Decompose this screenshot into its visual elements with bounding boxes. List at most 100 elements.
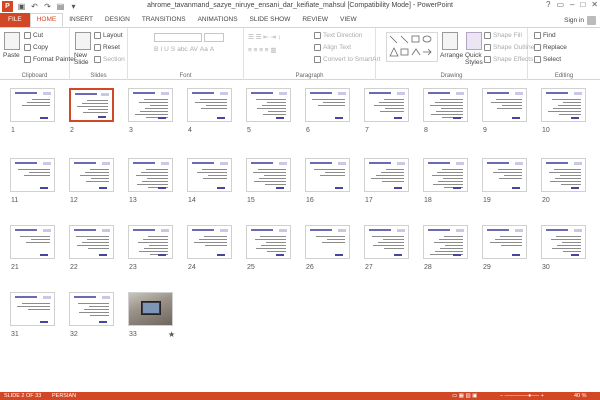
zoom-slider[interactable]: – ──────●── + <box>500 393 544 399</box>
slide-thumbnail[interactable] <box>541 225 586 259</box>
tab-design[interactable]: DESIGN <box>99 13 136 27</box>
slide-thumbnail[interactable] <box>10 292 55 326</box>
quick-styles-button[interactable]: Quick <box>465 52 482 59</box>
format-painter-button[interactable]: Format Painter <box>24 56 76 63</box>
slide-thumbnail[interactable] <box>364 88 409 122</box>
arrange-button[interactable]: Arrange <box>440 52 463 59</box>
new-slide-icon[interactable] <box>75 32 91 50</box>
slide-thumbnail[interactable] <box>69 88 114 122</box>
tab-insert[interactable]: INSERT <box>63 13 99 27</box>
new-slide-button-line2[interactable]: Slide <box>74 59 88 66</box>
section-button[interactable]: Section <box>94 56 125 63</box>
slide-header-bar <box>310 229 332 231</box>
tab-home[interactable]: HOME <box>29 13 64 27</box>
tab-slide-show[interactable]: SLIDE SHOW <box>244 13 297 27</box>
char-spacing-icon[interactable]: AV <box>190 46 198 53</box>
slide-thumbnail[interactable] <box>69 225 114 259</box>
arrange-icon[interactable] <box>442 32 458 50</box>
close-icon[interactable]: ✕ <box>591 0 598 9</box>
language-status[interactable]: PERSIAN <box>52 393 76 399</box>
font-format-buttons[interactable]: B I U S abc AV Aa A <box>154 46 214 53</box>
strikethrough-icon[interactable]: abc <box>177 46 187 53</box>
slide-thumbnail[interactable] <box>541 88 586 122</box>
shadow-icon[interactable]: S <box>171 46 175 53</box>
slide-thumbnail[interactable] <box>69 158 114 192</box>
find-button[interactable]: Find <box>534 32 556 39</box>
alignment-icons[interactable]: ≡ ≡ ≡ ≡ ▥ <box>248 46 277 54</box>
slide-thumbnail[interactable] <box>305 225 350 259</box>
new-slide-button[interactable]: New <box>74 52 87 59</box>
slide-text-line <box>148 236 168 237</box>
sign-in-link[interactable]: Sign in <box>564 17 584 24</box>
slide-thumbnail[interactable] <box>69 292 114 326</box>
italic-icon[interactable]: I <box>160 46 162 53</box>
paste-button[interactable]: Paste <box>3 52 20 59</box>
shape-effects-button[interactable]: Shape Effects <box>484 56 533 63</box>
slide-thumbnail[interactable] <box>482 225 527 259</box>
select-button[interactable]: Select <box>534 56 561 63</box>
slide-text-line <box>439 239 463 240</box>
quick-styles-button-line2[interactable]: Styles <box>465 59 483 66</box>
slide-thumbnail[interactable] <box>305 158 350 192</box>
slide-thumbnail[interactable] <box>128 88 173 122</box>
font-name-field[interactable] <box>154 33 202 42</box>
font-color-icon[interactable]: A <box>210 46 214 53</box>
minimize-icon[interactable]: – <box>570 0 574 9</box>
text-direction-button[interactable]: Text Direction <box>314 32 362 39</box>
slide-thumbnail[interactable] <box>364 225 409 259</box>
slide-thumbnail[interactable] <box>305 88 350 122</box>
tab-transitions[interactable]: TRANSITIONS <box>136 13 192 27</box>
slide-header-bar <box>133 92 155 94</box>
underline-icon[interactable]: U <box>164 46 169 53</box>
view-buttons[interactable]: ▭ ▦ ▥ ▣ <box>452 393 477 399</box>
slide-thumbnail[interactable] <box>482 158 527 192</box>
change-case-icon[interactable]: Aa <box>200 46 208 53</box>
slide-thumbnail[interactable] <box>246 158 291 192</box>
tab-view[interactable]: VIEW <box>334 13 363 27</box>
slide-thumbnail[interactable] <box>246 225 291 259</box>
slide-thumbnail[interactable] <box>482 88 527 122</box>
account-area[interactable]: Sign in <box>564 16 596 25</box>
slide-thumbnail[interactable] <box>541 158 586 192</box>
avatar[interactable] <box>587 16 596 25</box>
tab-review[interactable]: REVIEW <box>296 13 334 27</box>
slide-thumbnail[interactable] <box>423 88 468 122</box>
shape-outline-button[interactable]: Shape Outline <box>484 44 534 51</box>
shapes-gallery[interactable] <box>386 32 438 62</box>
reset-button[interactable]: Reset <box>94 44 120 51</box>
slide-thumbnail[interactable] <box>246 88 291 122</box>
slide-thumbnail[interactable] <box>187 88 232 122</box>
slide-thumbnail[interactable] <box>423 225 468 259</box>
maximize-icon[interactable]: □ <box>580 0 585 9</box>
slide-text-line <box>327 239 345 240</box>
slide-thumbnail[interactable] <box>423 158 468 192</box>
bullets-icon[interactable]: ☰ ☰ ⇤ ⇥ ↕ <box>248 33 281 41</box>
tab-animations[interactable]: ANIMATIONS <box>192 13 244 27</box>
font-size-field[interactable] <box>204 33 224 42</box>
cut-button[interactable]: Cut <box>24 32 43 39</box>
paste-icon[interactable] <box>4 32 20 50</box>
convert-smartart-button[interactable]: Convert to SmartArt <box>314 56 380 63</box>
ribbon-display-icon[interactable]: ▭ <box>556 0 564 9</box>
slide-thumbnail[interactable] <box>128 225 173 259</box>
help-icon[interactable]: ? <box>546 0 550 9</box>
layout-button[interactable]: Layout <box>94 32 123 39</box>
slide-thumbnail[interactable] <box>10 88 55 122</box>
replace-button[interactable]: Replace <box>534 44 567 51</box>
slide-sorter[interactable]: 1 2 3 4 5 6 7 8 9 10 11 12 13 14 15 16 17 18 19 20 21 22 23 24 2… <box>0 80 600 392</box>
shape-fill-button[interactable]: Shape Fill <box>484 32 522 39</box>
zoom-level[interactable]: 40 % <box>574 393 587 399</box>
slide-thumbnail[interactable] <box>187 158 232 192</box>
slide-thumbnail[interactable] <box>10 158 55 192</box>
slide-thumbnail[interactable] <box>128 158 173 192</box>
tab-file[interactable]: FILE <box>0 13 30 27</box>
copy-button[interactable]: Copy <box>24 44 48 51</box>
bold-icon[interactable]: B <box>154 46 158 53</box>
slide-thumbnail[interactable] <box>10 225 55 259</box>
quick-styles-icon[interactable] <box>466 32 482 50</box>
slide-thumbnail[interactable] <box>187 225 232 259</box>
align-text-button[interactable]: Align Text <box>314 44 351 51</box>
slide-thumbnail[interactable] <box>364 158 409 192</box>
animation-marker-icon[interactable]: ★ <box>168 330 175 339</box>
slide-thumbnail[interactable] <box>128 292 173 326</box>
